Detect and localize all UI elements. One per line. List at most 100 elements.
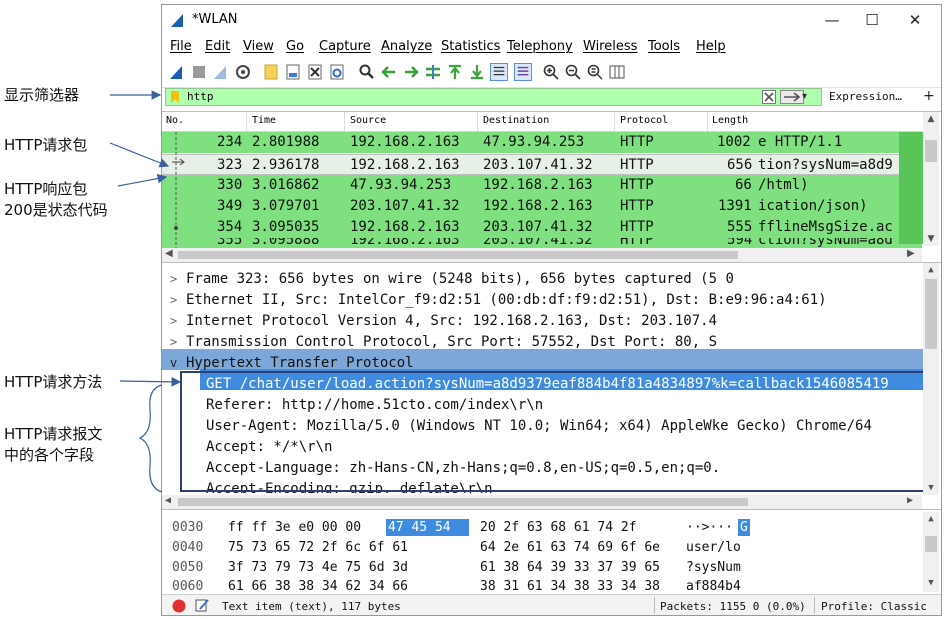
scroll-up-icon[interactable]: ▲ — [925, 265, 937, 275]
packet-row[interactable]: 349 3.079701 203.107.41.32 192.168.2.163… — [162, 196, 922, 217]
find-packet-icon[interactable] — [358, 63, 376, 81]
detail-tcp[interactable]: Transmission Control Protocol, Src Port:… — [186, 334, 717, 350]
packet-row[interactable]: 330 3.016862 47.93.94.253 192.168.2.163 … — [162, 175, 922, 196]
column-destination[interactable]: Destination — [483, 115, 549, 126]
stop-capture-icon[interactable] — [190, 63, 208, 81]
expression-button[interactable]: Expression… — [829, 90, 902, 103]
scroll-thumb[interactable] — [925, 279, 937, 349]
scroll-up-icon[interactable]: ▲ — [925, 514, 937, 524]
byte-hex[interactable]: ff ff 3e e0 00 00 — [228, 520, 361, 535]
menu-capture[interactable]: Capture — [319, 39, 371, 54]
byte-ascii[interactable]: af884b4 — [686, 579, 741, 594]
byte-ascii[interactable]: user/lo — [686, 540, 741, 555]
menu-go[interactable]: Go — [286, 39, 304, 54]
packet-row[interactable]: 354 3.095035 192.168.2.163 203.107.41.32… — [162, 217, 922, 238]
byte-hex[interactable]: 3f 73 79 73 4e 75 6d 3d — [228, 560, 408, 575]
expand-icon[interactable]: > — [170, 314, 177, 328]
details-scrollbar[interactable]: ▲ ▼ — [923, 263, 939, 495]
normal-size-icon[interactable] — [586, 63, 604, 81]
open-file-icon[interactable] — [262, 63, 280, 81]
hscroll-thumb[interactable] — [178, 251, 738, 259]
packet-row[interactable]: 355 3.095888 192.168.2.163 203.107.41.32… — [162, 238, 922, 248]
first-packet-icon[interactable] — [446, 63, 464, 81]
menu-telephony[interactable]: Telephony — [507, 39, 573, 54]
byte-hex[interactable]: 75 73 65 72 2f 6c 6f 61 — [228, 540, 408, 555]
menu-help[interactable]: Help — [696, 39, 726, 54]
detail-ethernet[interactable]: Ethernet II, Src: IntelCor_f9:d2:51 (00:… — [186, 292, 827, 308]
byte-hex-selected[interactable]: 47 45 54 — [388, 520, 451, 535]
packet-list-scrollbar[interactable]: ▲ ▼ — [923, 112, 939, 246]
column-source[interactable]: Source — [350, 115, 386, 126]
last-packet-icon[interactable] — [468, 63, 486, 81]
maximize-button[interactable]: ☐ — [852, 7, 892, 33]
go-back-icon[interactable] — [380, 63, 398, 81]
capture-options-icon[interactable] — [234, 63, 252, 81]
display-filter-input[interactable]: http — [165, 88, 822, 106]
expand-icon[interactable]: > — [170, 293, 177, 307]
packet-row-selected[interactable]: 323 2.936178 192.168.2.163 203.107.41.32… — [162, 154, 922, 175]
details-hscroll[interactable]: ◀ ▶ — [162, 495, 922, 509]
packet-list-hscroll[interactable]: ◀ ▶ — [162, 248, 922, 262]
scroll-down-icon[interactable]: ▼ — [925, 234, 937, 244]
column-length[interactable]: Length — [712, 115, 748, 126]
packet-row[interactable]: 234 2.801988 192.168.2.163 47.93.94.253 … — [162, 132, 922, 153]
detail-http[interactable]: Hypertext Transfer Protocol — [186, 355, 414, 371]
auto-scroll-icon[interactable] — [490, 63, 508, 81]
byte-ascii[interactable]: ··>··· — [686, 520, 733, 535]
menu-file[interactable]: File — [170, 39, 192, 54]
hscroll-thumb[interactable] — [178, 498, 748, 506]
collapse-icon[interactable]: v — [170, 356, 177, 370]
start-capture-icon[interactable] — [168, 63, 186, 81]
go-forward-icon[interactable] — [402, 63, 420, 81]
close-button[interactable]: ✕ — [895, 7, 935, 33]
column-no[interactable]: No. — [166, 115, 184, 126]
save-file-icon[interactable] — [284, 63, 302, 81]
apply-filter-icon[interactable] — [780, 90, 804, 104]
scroll-right-icon[interactable]: ▶ — [907, 248, 915, 259]
reload-file-icon[interactable] — [328, 63, 346, 81]
byte-ascii-selected[interactable]: G — [740, 520, 748, 535]
expand-icon[interactable]: > — [170, 335, 177, 349]
byte-hex[interactable]: 61 38 64 39 33 37 39 65 — [480, 560, 660, 575]
menu-statistics[interactable]: Statistics — [441, 39, 500, 54]
byte-hex[interactable]: 61 66 38 38 34 62 34 66 — [228, 579, 408, 594]
scroll-left-icon[interactable]: ◀ — [165, 495, 171, 506]
zoom-out-icon[interactable] — [564, 63, 582, 81]
edit-comment-icon[interactable] — [195, 598, 209, 612]
expert-info-icon[interactable] — [172, 599, 186, 613]
close-file-icon[interactable] — [306, 63, 324, 81]
go-to-packet-icon[interactable] — [424, 63, 442, 81]
menu-analyze[interactable]: Analyze — [381, 39, 432, 54]
scroll-up-icon[interactable]: ▲ — [925, 114, 937, 124]
column-time[interactable]: Time — [252, 115, 276, 126]
colorize-icon[interactable] — [514, 63, 532, 81]
status-profile[interactable]: Profile: Classic — [821, 600, 927, 613]
add-filter-button[interactable]: + — [923, 88, 935, 104]
scroll-left-icon[interactable]: ◀ — [165, 248, 173, 259]
column-protocol[interactable]: Protocol — [620, 115, 668, 126]
byte-hex[interactable]: 20 2f 63 68 61 74 2f — [480, 520, 637, 535]
menu-wireless[interactable]: Wireless — [583, 39, 637, 54]
bookmark-icon[interactable] — [169, 90, 181, 104]
byte-hex[interactable]: 64 2e 61 63 74 69 6f 6e — [480, 540, 660, 555]
detail-frame[interactable]: Frame 323: 656 bytes on wire (5248 bits)… — [186, 271, 734, 287]
filter-history-dropdown[interactable]: ▾ — [802, 91, 807, 102]
menu-tools[interactable]: Tools — [648, 39, 680, 54]
scroll-thumb[interactable] — [925, 536, 937, 552]
clear-filter-icon[interactable] — [762, 90, 776, 104]
scroll-down-icon[interactable]: ▼ — [925, 483, 937, 493]
byte-ascii[interactable]: ?sysNum — [686, 560, 741, 575]
menu-view[interactable]: View — [243, 39, 274, 54]
bytes-scrollbar[interactable]: ▲ ▼ — [923, 512, 939, 592]
expand-icon[interactable]: > — [170, 272, 177, 286]
scroll-right-icon[interactable]: ▶ — [907, 495, 913, 506]
scroll-down-icon[interactable]: ▼ — [925, 578, 937, 588]
zoom-in-icon[interactable] — [542, 63, 560, 81]
byte-hex[interactable]: 38 31 61 34 38 33 34 38 — [480, 579, 660, 594]
detail-ip[interactable]: Internet Protocol Version 4, Src: 192.16… — [186, 313, 717, 329]
menu-edit[interactable]: Edit — [205, 39, 230, 54]
restart-capture-icon[interactable] — [212, 63, 230, 81]
resize-columns-icon[interactable] — [608, 63, 626, 81]
scroll-thumb[interactable] — [925, 140, 937, 162]
minimize-button[interactable]: — — [812, 7, 852, 33]
